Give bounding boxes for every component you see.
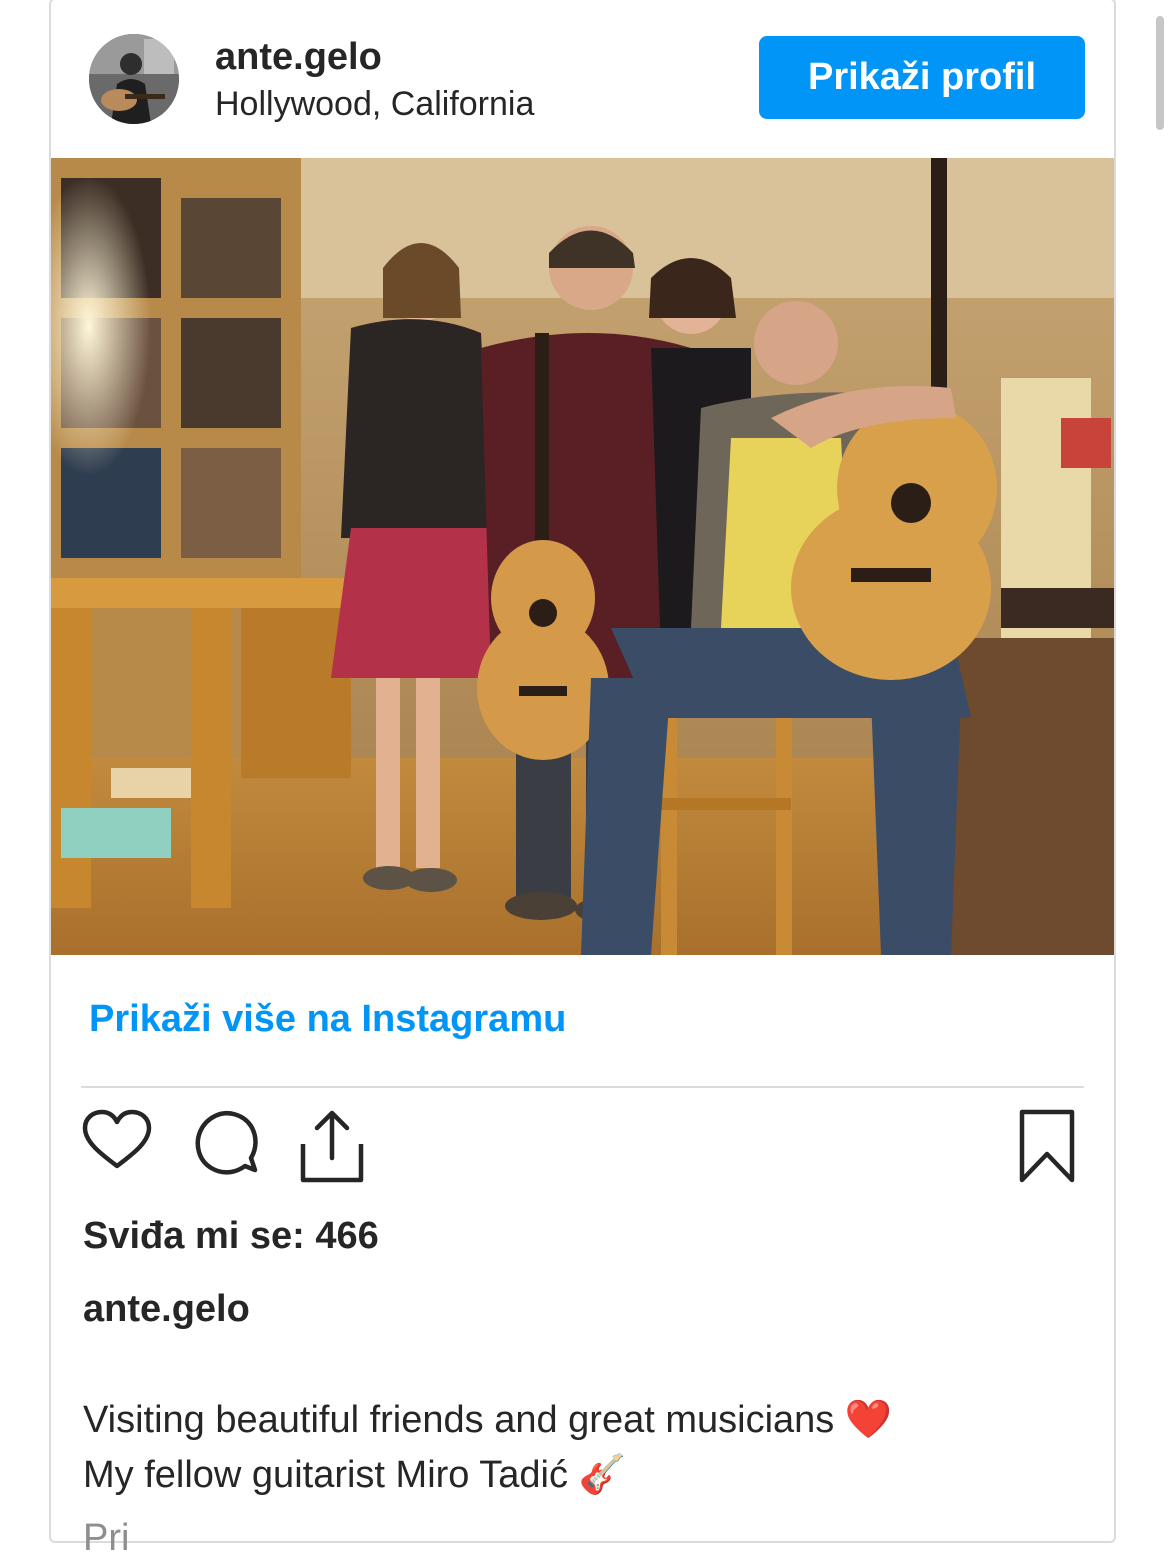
caption-line: Visiting beautiful friends and great mus… (83, 1399, 893, 1441)
comment-icon[interactable] (191, 1108, 261, 1183)
likes-count[interactable]: Sviđa mi se: 466 (83, 1215, 379, 1258)
view-profile-button[interactable]: Prikaži profil (759, 36, 1085, 119)
post-header: ante.gelo Hollywood, California Prikaži … (51, 0, 1114, 160)
caption-username[interactable]: ante.gelo (83, 1288, 250, 1331)
profile-avatar[interactable] (89, 34, 179, 124)
post-photo[interactable] (51, 158, 1114, 955)
share-icon[interactable] (299, 1108, 365, 1189)
divider (81, 1086, 1084, 1088)
view-more-instagram-link[interactable]: Prikaži više na Instagramu (89, 998, 566, 1041)
view-comments-link[interactable]: Pri (83, 1517, 129, 1560)
post-location[interactable]: Hollywood, California (215, 85, 534, 124)
bookmark-icon[interactable] (1017, 1108, 1077, 1189)
caption-line: My fellow guitarist Miro Tadić 🎸 (83, 1454, 626, 1496)
instagram-embed-card: ante.gelo Hollywood, California Prikaži … (49, 0, 1116, 1559)
scrollbar[interactable] (1156, 16, 1164, 130)
post-username[interactable]: ante.gelo (215, 36, 382, 79)
heart-icon[interactable] (81, 1108, 153, 1177)
post-caption: Visiting beautiful friends and great mus… (83, 1393, 1083, 1503)
post-actions (51, 1108, 1114, 1198)
